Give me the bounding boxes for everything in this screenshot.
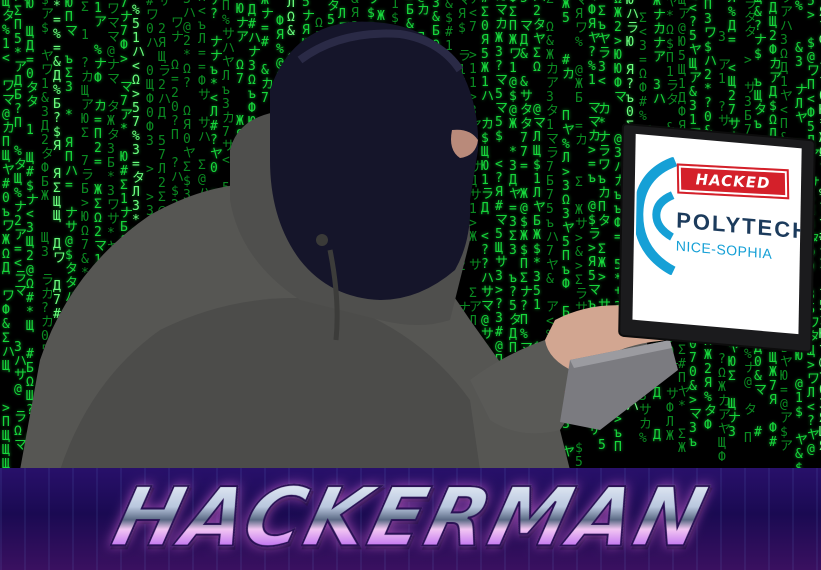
hacked-stamp: HACKED [676, 163, 790, 200]
banner-title: HACKERMAN [0, 469, 821, 566]
meme-image: Щ タ % 1 < ワ マ @ カ П Щ ヤ # 0 ъ ワ Ж Ω Д ワ … [0, 0, 821, 570]
laptop-screen: HACKED POLYTECH NICE-SOPHIA [620, 124, 814, 352]
laptop-base [560, 340, 678, 430]
hoodie-grommet [316, 234, 328, 246]
polytech-logo-icon [635, 156, 678, 276]
laptop-display: HACKED POLYTECH NICE-SOPHIA [632, 133, 802, 335]
title-banner: HACKERMAN [0, 468, 821, 570]
balaclava [270, 21, 479, 301]
polytech-brand-subtitle: NICE-SOPHIA [675, 237, 773, 262]
